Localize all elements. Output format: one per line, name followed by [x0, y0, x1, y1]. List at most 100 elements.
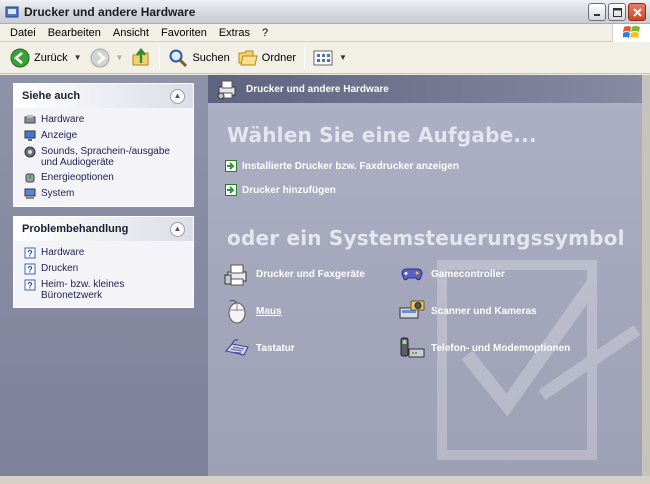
- content-header-title: Drucker und andere Hardware: [246, 83, 389, 95]
- views-icon: [313, 50, 333, 65]
- category-scanners-cameras[interactable]: Scanner und Kameras: [399, 298, 537, 324]
- menu-bar: Datei Bearbeiten Ansicht Favoriten Extra…: [0, 24, 650, 42]
- task-label: Drucker hinzufügen: [242, 184, 336, 196]
- menu-help[interactable]: ?: [256, 27, 274, 39]
- close-icon: [632, 7, 642, 17]
- category-label: Telefon- und Modemoptionen: [431, 342, 571, 354]
- forward-dropdown-icon[interactable]: ▼: [116, 53, 124, 62]
- minimize-icon: [593, 13, 600, 16]
- back-dropdown-icon[interactable]: ▼: [74, 53, 82, 62]
- category-gamecontroller[interactable]: Gamecontroller: [399, 261, 505, 287]
- sound-icon: [24, 146, 36, 158]
- maximize-button[interactable]: [608, 3, 626, 21]
- category-mouse[interactable]: Maus: [224, 298, 282, 324]
- content-header: Drucker und andere Hardware: [208, 75, 642, 103]
- troubleshoot-item-printing[interactable]: ? Drucken: [24, 263, 185, 275]
- troubleshoot-title: Problembehandlung: [22, 223, 129, 235]
- category-label: Maus: [256, 305, 282, 317]
- green-arrow-icon: [225, 160, 237, 172]
- search-label: Suchen: [192, 51, 230, 64]
- folders-button[interactable]: Ordner: [234, 45, 300, 71]
- menu-extras[interactable]: Extras: [213, 27, 256, 39]
- troubleshoot-item-label: Drucken: [41, 263, 79, 274]
- menu-ansicht[interactable]: Ansicht: [107, 27, 155, 39]
- help-icon: ?: [24, 279, 36, 291]
- views-dropdown-icon[interactable]: ▼: [339, 53, 347, 62]
- see-also-item-system[interactable]: System: [24, 188, 185, 200]
- troubleshoot-header[interactable]: Problembehandlung ▲: [14, 217, 193, 241]
- task-add-printer[interactable]: Drucker hinzufügen: [225, 184, 336, 196]
- printer-hardware-icon: [217, 80, 236, 100]
- see-also-item-label: System: [41, 188, 75, 199]
- scanner-camera-icon: [399, 300, 425, 319]
- minimize-button[interactable]: [588, 3, 606, 21]
- window-bottom-frame: [0, 476, 650, 484]
- menu-bearbeiten[interactable]: Bearbeiten: [42, 27, 107, 39]
- power-icon: [25, 173, 35, 183]
- see-also-item-hardware[interactable]: Hardware: [24, 114, 185, 126]
- hardware-icon: [24, 115, 36, 124]
- help-icon: ?: [24, 247, 36, 259]
- svg-text:?: ?: [27, 265, 33, 275]
- troubleshoot-item-label: Hardware: [41, 247, 85, 258]
- menu-datei[interactable]: Datei: [4, 27, 42, 39]
- maximize-icon: [612, 7, 622, 17]
- windows-logo: [612, 24, 650, 42]
- content-pane: Drucker und andere Hardware Wählen Sie e…: [208, 75, 642, 476]
- category-printers-faxes[interactable]: Drucker und Faxgeräte: [224, 261, 365, 287]
- folders-icon: [238, 50, 258, 65]
- see-also-panel: Siehe auch ▲ Hardware Anzeige Sounds, Sp…: [13, 83, 194, 207]
- mouse-icon: [228, 299, 246, 324]
- see-also-item-label: Hardware: [41, 114, 85, 125]
- collapse-icon[interactable]: ▲: [170, 221, 185, 237]
- troubleshoot-item-network[interactable]: ? Heim- bzw. kleines Büronetzwerk: [24, 279, 185, 301]
- category-label: Drucker und Faxgeräte: [256, 268, 365, 280]
- see-also-item-sounds[interactable]: Sounds, Sprachein-/ausgabe und Audiogerä…: [24, 146, 185, 168]
- see-also-item-display[interactable]: Anzeige: [24, 130, 185, 142]
- menu-favoriten[interactable]: Favoriten: [155, 27, 213, 39]
- title-bar: Drucker und andere Hardware: [0, 0, 650, 24]
- printer-fax-icon: [224, 264, 247, 286]
- toolbar: Zurück ▼ ▼ Suchen Ordner ▼: [0, 42, 650, 74]
- back-arrow-icon: [10, 48, 30, 67]
- see-also-item-label: Anzeige: [41, 130, 78, 141]
- task-label: Installierte Drucker bzw. Faxdrucker anz…: [242, 160, 459, 172]
- see-also-item-power[interactable]: Energieoptionen: [24, 172, 185, 184]
- see-also-header[interactable]: Siehe auch ▲: [14, 84, 193, 108]
- folders-label: Ordner: [261, 51, 297, 64]
- gamecontroller-icon: [401, 268, 423, 281]
- svg-text:?: ?: [27, 281, 33, 291]
- task-view-printers[interactable]: Installierte Drucker bzw. Faxdrucker anz…: [225, 160, 459, 172]
- forward-button[interactable]: ▼: [86, 45, 128, 71]
- collapse-icon[interactable]: ▲: [170, 88, 185, 104]
- troubleshoot-item-hardware[interactable]: ? Hardware: [24, 247, 185, 259]
- search-icon: [169, 49, 188, 67]
- phone-modem-icon: [400, 337, 425, 358]
- up-folder-button[interactable]: [127, 45, 155, 71]
- search-button[interactable]: Suchen: [164, 45, 233, 71]
- toolbar-separator: [304, 46, 306, 69]
- see-also-title: Siehe auch: [22, 90, 81, 102]
- windows-flag-icon: [622, 26, 640, 38]
- see-also-item-label: Energieoptionen: [41, 172, 114, 183]
- category-label: Gamecontroller: [431, 268, 505, 280]
- scrollbar[interactable]: [642, 75, 650, 476]
- forward-arrow-icon: [90, 48, 110, 67]
- up-folder-icon: [132, 47, 149, 65]
- back-label: Zurück: [34, 51, 68, 64]
- category-phone-modem[interactable]: Telefon- und Modemoptionen: [399, 335, 570, 361]
- system-icon: [24, 188, 36, 199]
- back-button[interactable]: Zurück ▼: [6, 45, 86, 71]
- task-pane: Siehe auch ▲ Hardware Anzeige Sounds, Sp…: [0, 75, 208, 476]
- category-keyboard[interactable]: Tastatur: [224, 335, 295, 361]
- views-button[interactable]: ▼: [309, 45, 351, 71]
- toolbar-separator: [159, 46, 161, 69]
- help-icon: ?: [24, 263, 36, 275]
- window-title: Drucker und andere Hardware: [24, 4, 196, 19]
- close-button[interactable]: [628, 3, 646, 21]
- category-label: Tastatur: [256, 342, 295, 354]
- task-heading: Wählen Sie eine Aufgabe...: [227, 123, 537, 147]
- see-also-item-label: Sounds, Sprachein-/ausgabe und Audiogerä…: [41, 146, 170, 168]
- control-panel-icon[interactable]: [5, 5, 19, 19]
- display-icon: [24, 130, 36, 141]
